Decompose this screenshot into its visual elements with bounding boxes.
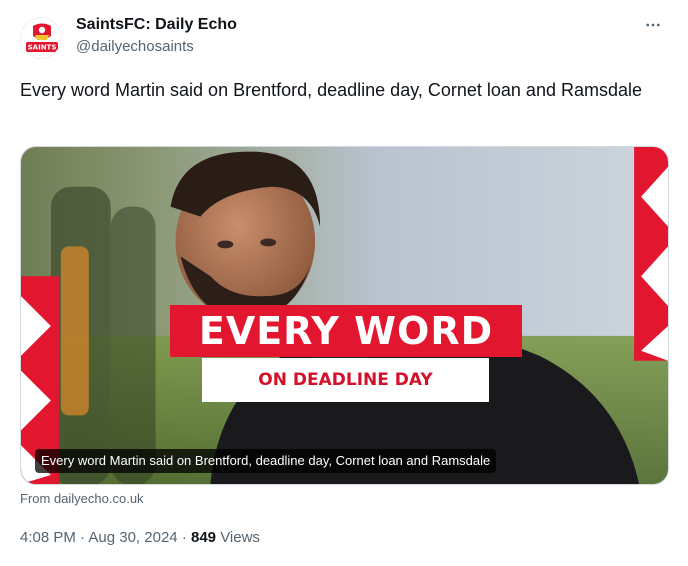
avatar-text: SAINTS (28, 44, 57, 52)
tweet-time[interactable]: 4:08 PM (20, 529, 76, 546)
card-caption: Every word Martin said on Brentford, dea… (35, 449, 497, 473)
meta-separator: · (80, 529, 86, 546)
author-name[interactable]: SaintsFC: Daily Echo (76, 14, 237, 36)
tweet-meta: 4:08 PM · Aug 30, 2024 · 849 Views (20, 528, 260, 548)
card-source-link[interactable]: From dailyecho.co.uk (20, 490, 144, 508)
views-count[interactable]: 849 (191, 529, 216, 546)
meta-separator: · (181, 529, 187, 546)
link-card[interactable]: EVERY WORD ON DEADLINE DAY Every word Ma… (20, 146, 669, 485)
tweet-text: Every word Martin said on Brentford, dea… (20, 80, 643, 100)
tweet: SAINTS SaintsFC: Daily Echo @dailyechosa… (0, 0, 688, 566)
saints-crest-icon: SAINTS (21, 18, 61, 58)
more-options-icon (646, 23, 660, 27)
views-label: Views (220, 529, 260, 546)
banner-every-word: EVERY WORD (170, 305, 522, 357)
banner-deadline-day: ON DEADLINE DAY (202, 358, 489, 402)
more-options-button[interactable] (642, 14, 664, 36)
avatar[interactable]: SAINTS (20, 17, 62, 59)
author-handle[interactable]: @dailyechosaints (76, 37, 194, 57)
tweet-date[interactable]: Aug 30, 2024 (88, 529, 177, 546)
